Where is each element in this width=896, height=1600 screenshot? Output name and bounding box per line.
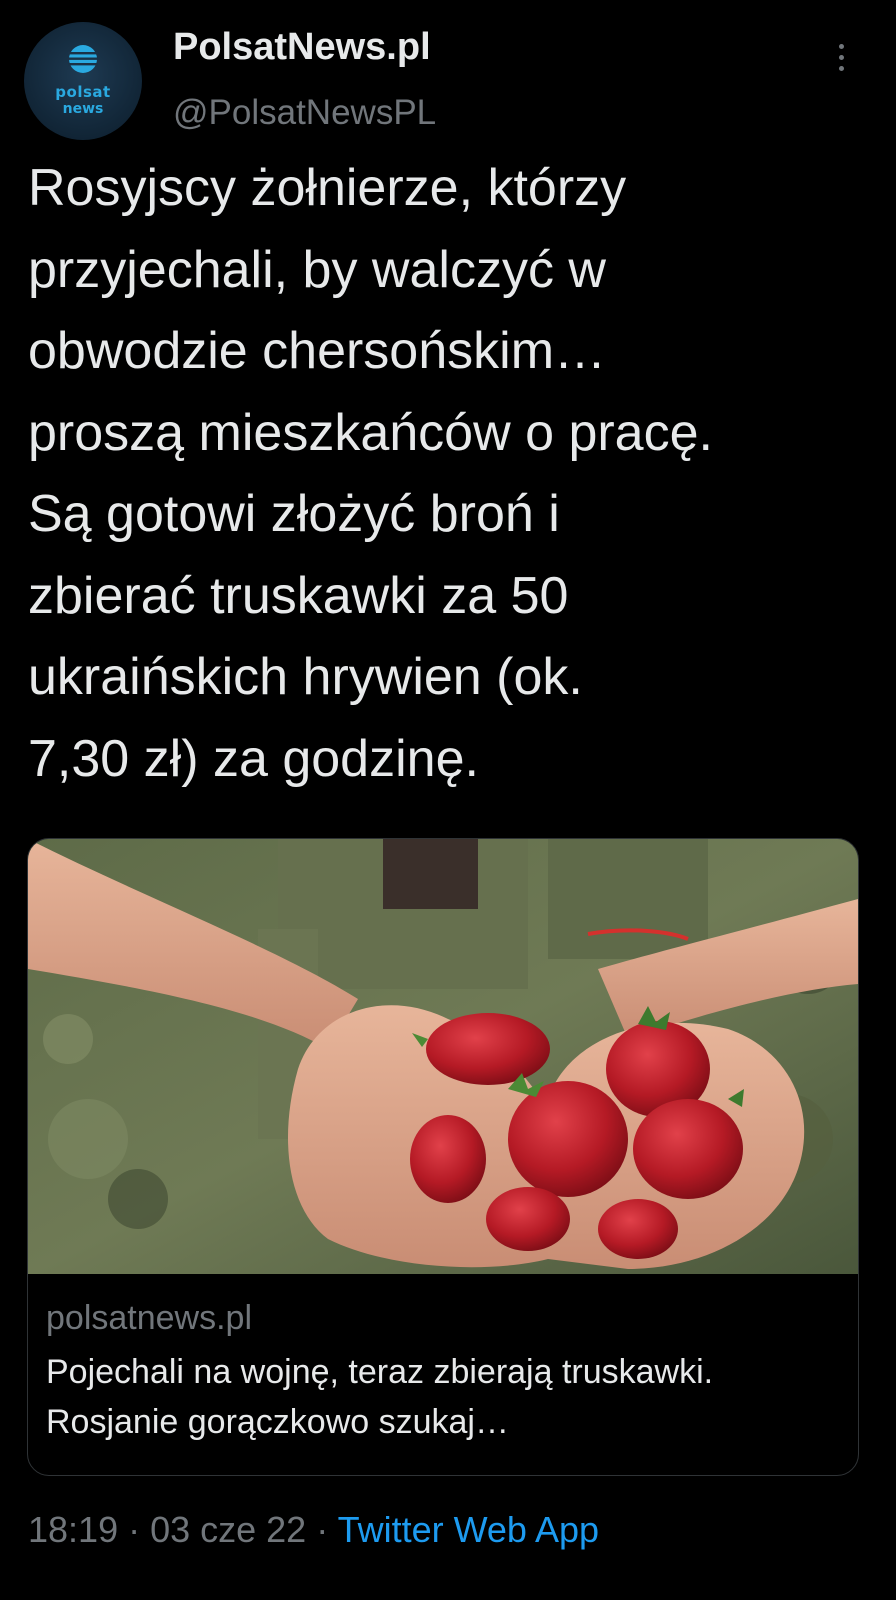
card-domain: polsatnews.pl [46, 1299, 253, 1337]
meta-separator: · [118, 1509, 151, 1550]
avatar[interactable]: polsat news [24, 22, 142, 140]
tweet-date[interactable]: 03 cze 22 [150, 1509, 306, 1550]
link-preview-card[interactable]: polsatnews.pl Pojechali na wojnę, teraz … [27, 838, 859, 1476]
tweet-time[interactable]: 18:19 [28, 1509, 118, 1550]
strawberries-photo [28, 839, 858, 1274]
avatar-brand-line1: polsat [55, 83, 111, 101]
tweet-metadata: 18:19 · 03 cze 22 · Twitter Web App [28, 1505, 599, 1555]
tweet: polsat news PolsatNews.pl @PolsatNewsPL … [0, 0, 896, 1600]
globe-stripes-icon [68, 45, 98, 73]
more-dot-icon [839, 44, 844, 49]
tweet-source-link[interactable]: Twitter Web App [338, 1509, 599, 1550]
more-dot-icon [839, 55, 844, 60]
card-title: Pojechali na wojnę, teraz zbierają trusk… [46, 1353, 714, 1441]
tweet-text: Rosyjscy żołnierze, którzy przyjechali, … [28, 159, 713, 788]
card-image[interactable] [28, 839, 858, 1274]
more-options-button[interactable] [826, 36, 858, 80]
meta-separator: · [306, 1509, 338, 1550]
display-name[interactable]: PolsatNews.pl [173, 22, 431, 72]
user-handle[interactable]: @PolsatNewsPL [173, 90, 436, 136]
avatar-brand-line2: news [62, 101, 104, 117]
more-dot-icon [839, 66, 844, 71]
